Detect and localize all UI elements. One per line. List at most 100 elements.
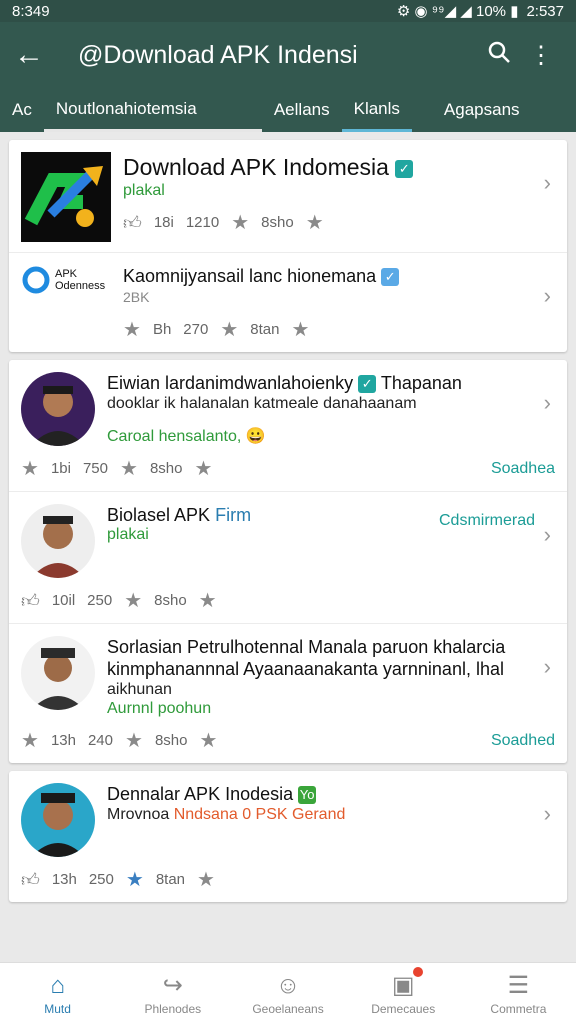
star-icon[interactable]: ★ xyxy=(231,210,249,235)
chevron-right-icon[interactable]: › xyxy=(544,390,551,416)
count: 750 xyxy=(82,460,108,477)
nav-notifications[interactable]: ▣ Demecaues xyxy=(346,963,461,1024)
verified-icon: ✓ xyxy=(395,159,414,178)
app-bar: ← @Download APK Indensi ⋮ xyxy=(0,22,576,88)
tab-klanls[interactable]: Klanls xyxy=(341,88,412,132)
avatar xyxy=(21,372,95,446)
item-subtitle: 2BK xyxy=(123,289,150,305)
emoji-icon: 😀 xyxy=(245,428,266,445)
item-status: Caroal hensalanto, 😀 xyxy=(107,428,266,445)
star-icon[interactable]: ★ xyxy=(197,867,215,892)
app-title: Download APK Indomesia ✓ xyxy=(123,152,527,182)
count: 240 xyxy=(87,732,113,749)
count: 1bi xyxy=(50,460,71,477)
action-link[interactable]: Cdsmirmerad xyxy=(439,512,535,530)
nav-home[interactable]: ⌂ Mutd xyxy=(0,963,115,1024)
card-list: Eiwian lardanimdwanlahoienky ✓ Thapanan … xyxy=(9,360,567,763)
menu-icon: ☰ xyxy=(507,972,530,999)
star-icon[interactable]: ★ xyxy=(120,456,138,481)
avatar xyxy=(21,783,95,857)
tab-ac[interactable]: Ac xyxy=(0,88,44,132)
item-subtitle: Mrovnoa Nndsana 0 PSK Gerand xyxy=(107,806,346,823)
like-icon[interactable]: 👍︎ xyxy=(21,869,40,891)
item-description: dooklar ik halanalan katmeale danahaanam xyxy=(107,395,417,412)
apk-odenness-logo: APK Odenness xyxy=(21,265,111,295)
view-count: 1210 xyxy=(185,214,220,231)
status-icons: ⚙ ◉ ⁹⁹◢ ◢ 10% ▮ xyxy=(396,3,519,20)
list-item[interactable]: Biolasel APK Firm plakai Cdsmirmerad 👍︎ … xyxy=(9,492,567,624)
item-title: Kaomnijyansail lanc hionemana ✓ xyxy=(123,265,527,287)
count: 250 xyxy=(87,592,113,609)
count: 8sho xyxy=(154,732,188,749)
action-link[interactable]: Soadhed xyxy=(491,732,555,750)
like-icon[interactable]: 👍︎ xyxy=(21,590,40,612)
tab-bar: Ac Noutlonahiotemsia Aellans Klanls Agap… xyxy=(0,88,576,132)
list-item[interactable]: APK Odenness Kaomnijyansail lanc hionema… xyxy=(9,253,567,352)
status-bar: 8:349 ⚙ ◉ ⁹⁹◢ ◢ 10% ▮ 2:537 xyxy=(0,0,576,22)
item-title: Sorlasian Petrulhotennal Manala paruon k… xyxy=(107,637,506,679)
back-arrow-icon[interactable]: ← xyxy=(14,38,64,72)
count: 8sho xyxy=(154,592,187,609)
star-icon[interactable]: ★ xyxy=(306,210,324,235)
item-subtitle: aikhunan xyxy=(107,681,172,698)
list-item[interactable]: Eiwian lardanimdwanlahoienky ✓ Thapanan … xyxy=(9,360,567,492)
count: Bh xyxy=(152,321,172,338)
app-subtitle: plakal xyxy=(123,182,165,199)
tab-agapsans[interactable]: Agapsans xyxy=(432,88,532,132)
status-time-left: 8:349 xyxy=(12,2,50,20)
star-icon[interactable]: ★ xyxy=(21,456,39,481)
list-item[interactable]: Sorlasian Petrulhotennal Manala paruon k… xyxy=(9,624,567,763)
card-bottom: Dennalar APK Inodesia Yo Mrovnoa Nndsana… xyxy=(9,771,567,902)
chevron-right-icon[interactable]: › xyxy=(544,170,551,196)
item-title: Dennalar APK Inodesia Yo xyxy=(107,784,317,805)
nav-share[interactable]: ↪ Phlenodes xyxy=(115,963,230,1024)
nav-menu[interactable]: ☰ Commetra xyxy=(461,963,576,1024)
action-link[interactable]: Soadhea xyxy=(491,460,555,478)
bottom-navigation: ⌂ Mutd ↪ Phlenodes ☺ Geoelaneans ▣ Demecaues… xyxy=(0,962,576,1024)
status-time-right: 2:537 xyxy=(526,2,564,20)
notification-dot xyxy=(412,967,423,977)
chevron-right-icon[interactable]: › xyxy=(544,801,551,827)
count: 8tan xyxy=(250,321,280,338)
star-icon[interactable]: ★ xyxy=(291,317,309,342)
share-count: 8sho xyxy=(261,214,294,231)
page-title: @Download APK Indensi xyxy=(78,40,358,69)
nav-emoji[interactable]: ☺ Geoelaneans xyxy=(230,963,345,1024)
home-icon: ⌂ xyxy=(50,971,65,999)
count: 250 xyxy=(88,871,114,888)
search-icon[interactable] xyxy=(478,40,520,71)
star-icon[interactable]: ★ xyxy=(123,317,141,342)
star-icon[interactable]: ★ xyxy=(124,588,142,613)
item-title: Eiwian lardanimdwanlahoienky ✓ Thapanan xyxy=(107,373,462,394)
item-subtitle: plakai xyxy=(107,526,149,543)
like-count: 18i xyxy=(153,214,174,231)
count: 13h xyxy=(50,732,76,749)
star-icon[interactable]: ★ xyxy=(199,728,217,753)
star-icon[interactable]: ★ xyxy=(21,728,39,753)
apk-logo xyxy=(21,152,111,242)
star-icon[interactable]: ★ xyxy=(125,728,143,753)
tab-aellans[interactable]: Aellans xyxy=(262,88,342,132)
more-vert-icon[interactable]: ⋮ xyxy=(520,41,562,70)
tab-noutlonahiotemsia[interactable]: Noutlonahiotemsia xyxy=(43,88,262,132)
avatar xyxy=(21,504,95,578)
count: 8sho xyxy=(149,460,183,477)
share-icon: ↪ xyxy=(162,972,183,999)
list-item[interactable]: Dennalar APK Inodesia Yo Mrovnoa Nndsana… xyxy=(9,771,567,902)
count: 8tan xyxy=(155,871,186,888)
chevron-right-icon[interactable]: › xyxy=(544,654,551,680)
item-status: Aurnnl poohun xyxy=(107,700,212,717)
star-icon[interactable]: ★ xyxy=(126,867,144,892)
image-icon: ▣ xyxy=(392,967,423,1000)
star-icon[interactable]: ★ xyxy=(220,317,238,342)
list-item[interactable]: Download APK Indomesia ✓ plakal 👍︎ 18i 1… xyxy=(9,140,567,253)
count: 270 xyxy=(183,321,209,338)
like-icon[interactable]: 👍︎ xyxy=(123,212,142,234)
chevron-right-icon[interactable]: › xyxy=(544,522,551,548)
card-featured: Download APK Indomesia ✓ plakal 👍︎ 18i 1… xyxy=(9,140,567,352)
smile-icon: ☺ xyxy=(275,971,301,999)
chevron-right-icon[interactable]: › xyxy=(544,283,551,309)
star-icon[interactable]: ★ xyxy=(199,588,217,613)
star-icon[interactable]: ★ xyxy=(194,456,212,481)
verified-icon: ✓ xyxy=(358,375,377,394)
